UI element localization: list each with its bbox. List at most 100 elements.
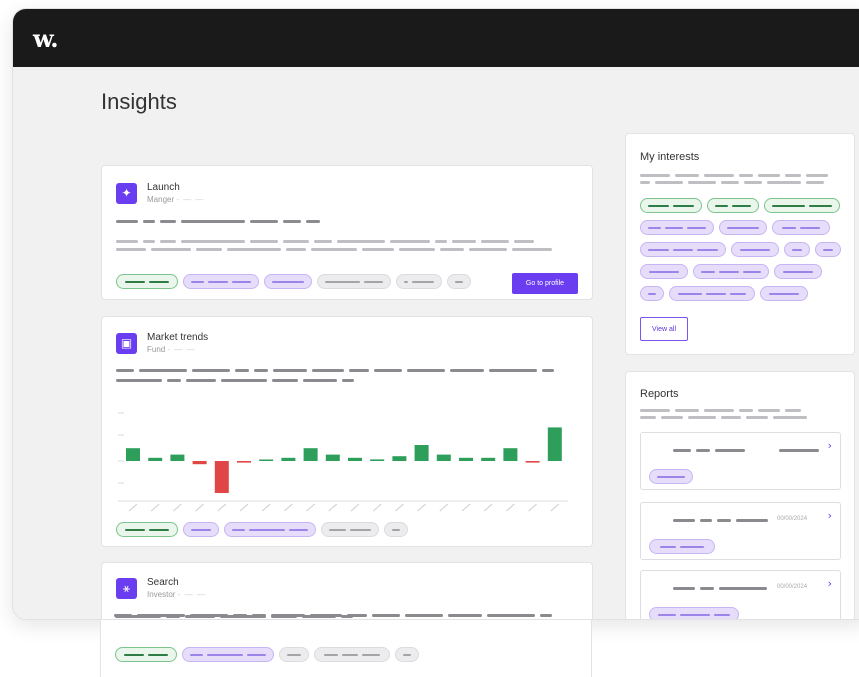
launch-tags [116, 274, 471, 289]
tag-chip[interactable] [640, 264, 688, 279]
chart-bar [436, 454, 451, 461]
report-date: 00/00/2024 [777, 516, 808, 522]
chart-bar [126, 448, 140, 461]
x-tick-label [439, 503, 449, 512]
tag-chip[interactable] [317, 274, 391, 289]
x-tick-label [195, 503, 204, 512]
chart-bar [370, 459, 385, 461]
tag-chip[interactable] [279, 647, 309, 662]
view-all-button[interactable]: View all [640, 317, 688, 341]
market-trends-bar-chart [118, 412, 568, 512]
report-item[interactable]: › [640, 432, 841, 490]
tag-chip[interactable] [719, 220, 767, 235]
tag-chip[interactable] [640, 198, 702, 213]
interest-tags [640, 198, 844, 301]
chart-bar [281, 457, 296, 461]
reports-text-line-2 [640, 416, 807, 419]
go-to-profile-button[interactable]: Go to profile [512, 273, 578, 294]
tag-chip[interactable] [760, 286, 808, 301]
market-trends-card: ▣ Market trends Fund - — — [101, 316, 593, 547]
report-item-title-line [673, 587, 767, 590]
tag-chip[interactable] [183, 522, 219, 537]
x-tick-label [395, 503, 404, 512]
x-tick-label [350, 503, 360, 512]
tag-chip[interactable] [395, 647, 419, 662]
search-subtitle-row: Investor - — — [147, 590, 206, 599]
tag-chip[interactable] [731, 242, 779, 257]
brand-logo[interactable]: w. [33, 24, 59, 53]
tag-chip[interactable] [693, 264, 769, 279]
chart-bar [214, 461, 229, 493]
x-tick-label [284, 503, 293, 512]
launch-subtitle: Manger [147, 195, 175, 204]
tag-chip[interactable] [640, 220, 714, 235]
network-icon: ⚹ [116, 577, 137, 599]
x-tick-label [372, 503, 382, 512]
market-title: Market trends [147, 332, 209, 343]
launch-subtitle-row: Manger - — — [147, 195, 205, 204]
tag-chip[interactable] [264, 274, 312, 289]
chart-bar [459, 457, 473, 461]
search-title: Search [147, 577, 179, 588]
chevron-right-icon[interactable]: › [828, 439, 832, 452]
tag-chip[interactable] [224, 522, 316, 537]
chevron-right-icon[interactable]: › [828, 509, 832, 522]
x-tick-label [173, 503, 182, 512]
report-item-title-line [673, 449, 745, 452]
report-date: 00/00/2024 [777, 584, 808, 590]
x-tick-label [417, 503, 426, 512]
tag-chip[interactable] [183, 274, 259, 289]
report-item[interactable]: 00/00/2024 › [640, 502, 841, 560]
chart-bar [414, 445, 429, 461]
x-tick-label [239, 503, 249, 512]
tag-chip[interactable] [447, 274, 471, 289]
app-window: w. Insights ✦ Launch Manger - — — Go to … [12, 8, 859, 620]
my-interests-panel: My interests View all [625, 133, 855, 355]
tag-chip[interactable] [116, 274, 178, 289]
launch-card: ✦ Launch Manger - — — Go to profile [101, 165, 593, 300]
interests-text-line-2 [640, 181, 824, 184]
launch-title: Launch [147, 182, 180, 193]
reports-title: Reports [640, 388, 679, 400]
x-tick-label [528, 503, 537, 512]
tag-chip[interactable] [649, 539, 715, 554]
chart-bar [170, 454, 185, 461]
tag-chip[interactable] [772, 220, 830, 235]
launch-text-line-1 [116, 240, 534, 243]
chart-bar [503, 448, 518, 461]
tag-chip[interactable] [640, 286, 664, 301]
report-item-title-line [673, 519, 768, 522]
x-tick-label [461, 503, 471, 512]
tag-chip[interactable] [649, 469, 693, 484]
chart-bar [237, 461, 251, 463]
chart-bar [481, 457, 496, 461]
tag-chip[interactable] [182, 647, 274, 662]
tag-chip[interactable] [784, 242, 810, 257]
search-card: ⚹ Search Investor - — — [101, 562, 593, 619]
tag-chip[interactable] [669, 286, 755, 301]
x-tick-label [506, 503, 515, 512]
tag-chip[interactable] [764, 198, 840, 213]
tag-chip[interactable] [815, 242, 841, 257]
x-tick-label [483, 503, 493, 512]
tag-chip[interactable] [707, 198, 759, 213]
tag-chip[interactable] [649, 607, 739, 619]
tag-chip[interactable] [314, 647, 390, 662]
chart-bar [192, 461, 207, 465]
tag-chip[interactable] [384, 522, 408, 537]
x-tick-label [217, 503, 227, 512]
reports-panel: Reports › 00/00/2024 › 00/00/2024 › [625, 371, 855, 619]
tag-chip[interactable] [116, 522, 178, 537]
market-subtitle-row: Fund - — — [147, 345, 196, 354]
report-item[interactable]: 00/00/2024 › [640, 570, 841, 619]
tag-chip[interactable] [774, 264, 822, 279]
chevron-right-icon[interactable]: › [828, 577, 832, 590]
x-tick-label [328, 503, 338, 512]
rocket-icon: ✦ [116, 182, 137, 204]
chart-bar [148, 457, 163, 461]
tag-chip[interactable] [640, 242, 726, 257]
tag-chip[interactable] [396, 274, 442, 289]
tag-chip[interactable] [321, 522, 379, 537]
x-tick-label [306, 503, 315, 512]
tag-chip[interactable] [115, 647, 177, 662]
